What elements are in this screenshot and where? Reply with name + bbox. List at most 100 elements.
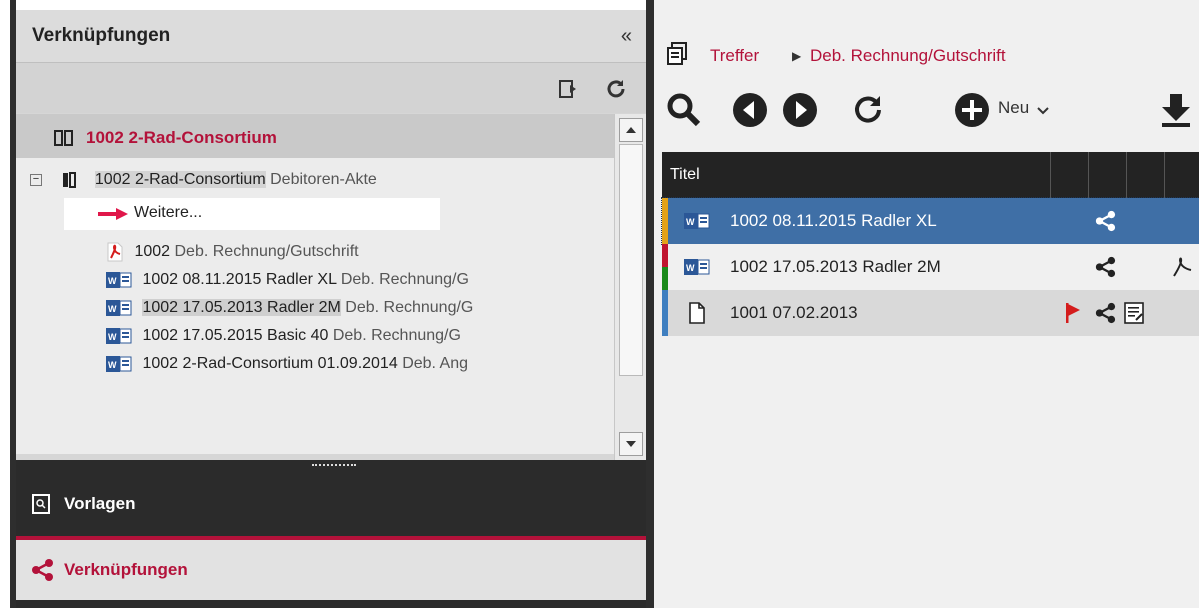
- column-separator[interactable]: [1164, 152, 1165, 198]
- chevron-up-icon: [626, 127, 636, 133]
- panel-header: Verknüpfungen «: [16, 10, 646, 63]
- binder-icon: [54, 130, 73, 146]
- grid-header: Titel: [662, 152, 1199, 198]
- item-type: Deb. Ang: [402, 355, 469, 372]
- share-icon: [32, 559, 53, 581]
- item-label: 1002 17.05.2015 Basic 40: [142, 327, 329, 344]
- documents-icon: [667, 42, 687, 65]
- results-toolbar: Neu: [654, 86, 1199, 146]
- item-type: Deb. Rechnung/G: [332, 327, 461, 344]
- flag-icon[interactable]: [1064, 302, 1082, 324]
- table-row[interactable]: 1001 07.02.2013: [662, 290, 1199, 336]
- tree-root-label: 1002 2-Rad-Consortium: [86, 128, 277, 147]
- results-panel: Treffer ▶ Deb. Rechnung/Gutschrift Neu T…: [654, 0, 1199, 608]
- template-icon: [32, 494, 50, 514]
- svg-text:W: W: [108, 304, 117, 314]
- file-icon: [63, 171, 77, 188]
- settings-icon[interactable]: [556, 77, 580, 101]
- breadcrumb-current: Deb. Rechnung/Gutschrift: [810, 46, 1006, 65]
- search-icon[interactable]: [666, 92, 702, 128]
- breadcrumb-separator-icon: ▶: [792, 49, 802, 63]
- item-label: 1002 08.11.2015 Radler XL: [142, 271, 337, 288]
- item-label: 1002 17.05.2013 Radler 2M: [142, 299, 341, 316]
- pdf-icon[interactable]: [1170, 256, 1196, 278]
- previous-icon[interactable]: [732, 92, 768, 128]
- svg-text:W: W: [108, 332, 117, 342]
- refresh-icon[interactable]: [604, 77, 628, 101]
- refresh-icon[interactable]: [850, 92, 886, 128]
- window-edge: [0, 0, 10, 608]
- next-icon[interactable]: [782, 92, 818, 128]
- table-row[interactable]: W 1002 08.11.2015 Radler XL: [661, 197, 1199, 245]
- collapse-icon[interactable]: «: [621, 26, 632, 46]
- share-icon[interactable]: [1094, 302, 1116, 324]
- document-icon: [689, 302, 705, 324]
- word-icon: W: [106, 299, 132, 316]
- panel-toolbar: [16, 63, 646, 113]
- more-link[interactable]: Weitere...: [64, 198, 440, 230]
- tree-item[interactable]: 1002 Deb. Rechnung/Gutschrift: [106, 238, 359, 266]
- svg-text:W: W: [686, 263, 695, 273]
- more-label: Weitere...: [134, 204, 203, 221]
- row-color-indicator: [662, 244, 668, 290]
- row-color-indicator: [662, 290, 668, 336]
- scroll-up-button[interactable]: [619, 118, 643, 142]
- collapse-node-icon[interactable]: −: [30, 173, 42, 186]
- add-icon[interactable]: [954, 92, 990, 128]
- tree-item[interactable]: W 1002 08.11.2015 Radler XL Deb. Rechnun…: [106, 266, 469, 294]
- row-color-indicator: [662, 198, 668, 244]
- column-separator[interactable]: [1088, 152, 1089, 198]
- word-icon: W: [684, 259, 710, 275]
- column-separator[interactable]: [1050, 152, 1051, 198]
- resize-handle[interactable]: [16, 460, 646, 472]
- row-title: 1001 07.02.2013: [730, 303, 858, 322]
- accordion-verknuepfungen[interactable]: Verknüpfungen: [16, 536, 646, 604]
- tree-item[interactable]: W 1002 17.05.2015 Basic 40 Deb. Rechnung…: [106, 322, 461, 350]
- pdf-icon: [107, 242, 123, 262]
- breadcrumb: Treffer ▶ Deb. Rechnung/Gutschrift: [654, 38, 1199, 78]
- scroll-down-button[interactable]: [619, 432, 643, 456]
- share-icon[interactable]: [1094, 256, 1116, 278]
- tree-parent-node[interactable]: − 1002 2-Rad-Consortium Debitoren-Akte: [30, 166, 377, 194]
- panel-divider[interactable]: [646, 0, 654, 608]
- column-separator[interactable]: [1126, 152, 1127, 198]
- links-panel: Verknüpfungen « 1002 2-Rad-Consortium − …: [16, 10, 647, 608]
- word-icon: W: [106, 271, 132, 288]
- download-icon[interactable]: [1158, 92, 1194, 128]
- panel-title: Verknüpfungen: [32, 25, 171, 46]
- tree-scrollbar[interactable]: [614, 114, 647, 460]
- tree-item[interactable]: W 1002 2-Rad-Consortium 01.09.2014 Deb. …: [106, 350, 468, 378]
- tree-root-node[interactable]: 1002 2-Rad-Consortium: [16, 114, 614, 158]
- parent-label: 1002 2-Rad-Consortium: [94, 171, 266, 188]
- chevron-down-icon[interactable]: [1036, 106, 1050, 116]
- svg-text:W: W: [686, 217, 695, 227]
- new-button-label[interactable]: Neu: [998, 98, 1029, 118]
- parent-type: Debitoren-Akte: [270, 171, 377, 188]
- item-type: Deb. Rechnung/G: [345, 299, 474, 316]
- word-icon: W: [684, 213, 710, 229]
- row-title: 1002 17.05.2013 Radler 2M: [730, 257, 941, 276]
- word-icon: W: [106, 355, 132, 372]
- links-tree: 1002 2-Rad-Consortium − 1002 2-Rad-Conso…: [16, 114, 614, 454]
- column-title-header[interactable]: Titel: [670, 166, 700, 184]
- row-title: 1002 08.11.2015 Radler XL: [730, 211, 937, 230]
- accordion-more: [16, 600, 646, 608]
- item-type: Deb. Rechnung/Gutschrift: [174, 243, 359, 260]
- accordion-vorlagen[interactable]: Vorlagen: [16, 472, 646, 536]
- item-label: 1002 2-Rad-Consortium 01.09.2014: [142, 355, 398, 372]
- table-row[interactable]: W 1002 17.05.2013 Radler 2M: [662, 244, 1199, 290]
- svg-text:W: W: [108, 360, 117, 370]
- item-type: Deb. Rechnung/G: [340, 271, 469, 288]
- grip-icon: [312, 464, 356, 469]
- item-label: 1002: [134, 243, 171, 260]
- note-icon[interactable]: [1124, 302, 1146, 324]
- breadcrumb-root[interactable]: Treffer: [710, 46, 759, 66]
- accordion-label: Vorlagen: [64, 494, 136, 513]
- scroll-thumb[interactable]: [619, 144, 643, 376]
- share-icon[interactable]: [1094, 210, 1116, 232]
- arrow-right-icon: [98, 208, 128, 220]
- chevron-down-icon: [626, 441, 636, 447]
- tree-item[interactable]: W 1002 17.05.2013 Radler 2M Deb. Rechnun…: [106, 294, 473, 322]
- word-icon: W: [106, 327, 132, 344]
- accordion-label: Verknüpfungen: [64, 560, 188, 579]
